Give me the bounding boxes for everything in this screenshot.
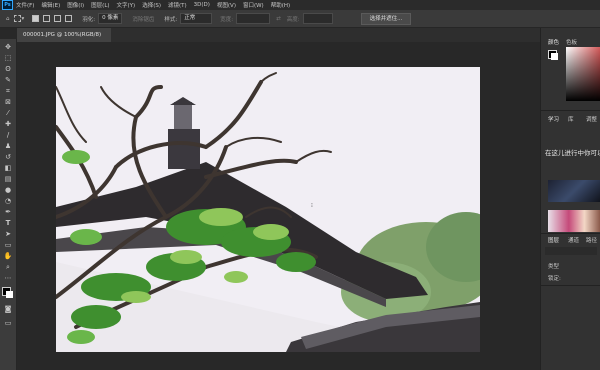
style-label: 样式: [164, 16, 178, 23]
menu-layer[interactable]: 图层(L) [91, 1, 109, 9]
move-tool-icon[interactable]: ✥ [3, 43, 13, 51]
tab-channels[interactable]: 通道 [568, 236, 579, 244]
tools-panel: ✥ ⬚ ʘ ✎ ⌗ ⊠ ⁄ ✚ / ♟ ↺ ◧ ▤ ● ◔ ✒ T ➤ ▭ ✋ … [0, 39, 17, 370]
history-brush-icon[interactable]: ↺ [3, 153, 13, 161]
healing-brush-icon[interactable]: ✚ [3, 120, 13, 128]
tutorial-thumbnail[interactable] [548, 180, 600, 202]
height-label: 高度: [286, 16, 300, 23]
lasso-tool-icon[interactable]: ʘ [3, 65, 13, 73]
screen-mode-icon[interactable]: ▭ [3, 319, 13, 327]
menu-select[interactable]: 选择(S) [142, 1, 161, 9]
zoom-tool-icon[interactable]: ⌕ [3, 263, 13, 271]
type-tool-icon[interactable]: T [3, 219, 13, 227]
panel-divider [541, 233, 600, 234]
chevron-down-icon[interactable]: ▾ [22, 16, 25, 22]
background-color-swatch[interactable] [6, 291, 13, 298]
eyedropper-tool-icon[interactable]: ⁄ [3, 109, 13, 117]
document-tab[interactable]: 000001.JPG @ 100%(RGB/8) [17, 28, 111, 42]
menu-3d[interactable]: 3D(D) [194, 2, 210, 8]
tab-paths[interactable]: 路径 [586, 236, 597, 244]
menu-edit[interactable]: 编辑(E) [41, 1, 60, 9]
frame-tool-icon[interactable]: ⊠ [3, 98, 13, 106]
subtract-selection-icon[interactable] [54, 15, 62, 22]
path-select-icon[interactable]: ➤ [3, 230, 13, 238]
tab-libraries[interactable]: 库 [568, 115, 574, 123]
height-input[interactable] [302, 13, 333, 24]
tab-color[interactable]: 颜色 [548, 38, 559, 46]
new-selection-icon[interactable] [32, 15, 40, 22]
layer-filter-bar[interactable] [545, 247, 597, 255]
layer-kind-filter[interactable]: 类型 [548, 262, 559, 270]
photoshop-logo: Ps [2, 0, 13, 10]
quick-select-tool-icon[interactable]: ✎ [3, 76, 13, 84]
tab-layers[interactable]: 图层 [548, 236, 559, 244]
menu-file[interactable]: 文件(F) [16, 1, 34, 9]
options-bar: ⌂ ▾ 羽化: 0 像素 消除锯齿 样式: 正常 宽度: ⇄ 高度: 选择并遮住… [0, 10, 600, 28]
quick-mask-icon[interactable]: ◙ [3, 305, 13, 313]
menu-image[interactable]: 图像(I) [67, 1, 84, 9]
width-label: 宽度: [220, 16, 234, 23]
style-select[interactable]: 正常 [180, 13, 213, 24]
menu-view[interactable]: 视图(V) [217, 1, 236, 9]
more-tools-icon[interactable]: ⋯ [3, 274, 13, 282]
background-color-swatch-panel[interactable] [551, 53, 558, 60]
panel-divider [541, 285, 600, 286]
add-selection-icon[interactable] [43, 15, 51, 22]
tab-learn[interactable]: 学习 [548, 115, 559, 123]
marquee-tool-icon[interactable] [13, 15, 21, 22]
intersect-selection-icon[interactable] [65, 15, 73, 22]
swap-icon[interactable]: ⇄ [276, 16, 281, 22]
document-image[interactable]: ⁝ [56, 67, 480, 352]
blur-tool-icon[interactable]: ● [3, 186, 13, 194]
dodge-tool-icon[interactable]: ◔ [3, 197, 13, 205]
menu-window[interactable]: 窗口(W) [243, 1, 264, 9]
menu-help[interactable]: 帮助(H) [271, 1, 290, 9]
antialias-checkbox[interactable]: 消除锯齿 [132, 15, 154, 23]
gradient-tool-icon[interactable]: ▤ [3, 175, 13, 183]
color-picker-field[interactable] [566, 47, 600, 101]
eraser-tool-icon[interactable]: ◧ [3, 164, 13, 172]
marquee-tool-icon[interactable]: ⬚ [3, 54, 13, 62]
feather-label: 羽化: [82, 16, 96, 23]
select-and-mask-button[interactable]: 选择并遮住... [361, 13, 411, 25]
hand-tool-icon[interactable]: ✋ [3, 252, 13, 260]
feather-input[interactable]: 0 像素 [98, 13, 123, 24]
menu-bar: Ps 文件(F) 编辑(E) 图像(I) 图层(L) 文字(Y) 选择(S) 滤… [0, 0, 600, 10]
svg-text:⁝: ⁝ [311, 202, 313, 209]
tab-swatches[interactable]: 色板 [566, 38, 577, 46]
tab-adjustments[interactable]: 调整 [586, 115, 597, 123]
learn-panel-title: 在这儿进行中你可以学习入门知识 [545, 149, 600, 157]
width-input[interactable] [236, 13, 271, 24]
pen-tool-icon[interactable]: ✒ [3, 208, 13, 216]
menu-type[interactable]: 文字(Y) [117, 1, 136, 9]
home-icon[interactable]: ⌂ [6, 16, 10, 22]
panel-divider [541, 110, 600, 111]
lock-label: 锁定: [548, 276, 561, 282]
rectangle-tool-icon[interactable]: ▭ [3, 241, 13, 249]
brush-tool-icon[interactable]: / [3, 131, 13, 139]
menu-filter[interactable]: 滤镜(T) [168, 1, 187, 9]
document-tab-bar: 000001.JPG @ 100%(RGB/8) [17, 28, 540, 42]
clone-stamp-icon[interactable]: ♟ [3, 142, 13, 150]
tutorial-thumbnail[interactable] [548, 210, 600, 232]
crop-tool-icon[interactable]: ⌗ [3, 87, 13, 95]
